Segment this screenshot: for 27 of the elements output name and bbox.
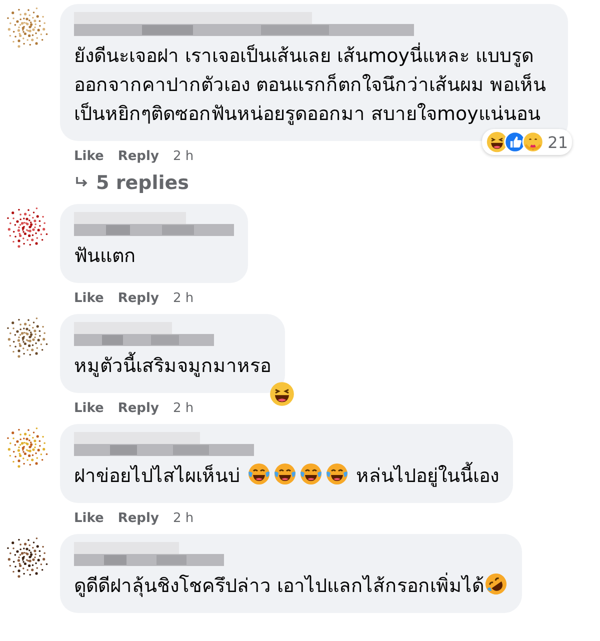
like-link[interactable]: Like bbox=[74, 401, 104, 416]
crying-laughing-emoji-icon bbox=[299, 462, 324, 486]
timestamp: 2 h bbox=[172, 511, 194, 526]
timestamp: 2 h bbox=[172, 291, 194, 306]
crying-laughing-emoji-icon bbox=[273, 462, 298, 486]
hug-reaction-icon bbox=[522, 131, 544, 153]
laughing-face-icon bbox=[269, 381, 295, 407]
comment-text: ฟันแตก bbox=[74, 244, 137, 269]
like-link[interactable]: Like bbox=[74, 149, 104, 164]
reply-link[interactable]: Reply bbox=[118, 401, 159, 416]
comment-text: หมูตัวนี้เสริมจมูกมาหรอ bbox=[74, 352, 271, 381]
reply-link[interactable]: Reply bbox=[118, 291, 159, 306]
reply-link[interactable]: Reply bbox=[118, 149, 159, 164]
crying-laughing-emoji-icon bbox=[247, 462, 272, 486]
rolling-laughing-emoji-icon bbox=[484, 572, 508, 596]
like-link[interactable]: Like bbox=[74, 511, 104, 526]
comment-text: ฝาข่อยไปไสไผเห็นบ่ หล่นไปอยู่ในนี้เอง bbox=[74, 462, 500, 491]
comment-text: ดูดีดีฝาลุ้นชิงโชครึปล่าว เอาไปแลกไส้กรอกเพิ่มได้ bbox=[74, 572, 508, 601]
laughing-face-icon bbox=[486, 131, 508, 153]
like-link[interactable]: Like bbox=[74, 291, 104, 306]
timestamp: 2 h bbox=[172, 401, 194, 416]
reply-link[interactable]: Reply bbox=[118, 511, 159, 526]
timestamp: 2 h bbox=[172, 149, 194, 164]
comment-text: ยังดีนะเจอฝา เราเจอเป็นเส้นเลย เส้นmoyนี่แหละ แบบรูดออกจากคาปากตัวเอง ตอนแรกก็ตกใจนึกว่าเส้นผม พอเห็นเป็นหยิกๆติดซอกฟันหน่อยรูดออกมา สบายใจmoyแน่นอน bbox=[74, 42, 554, 129]
crying-laughing-emoji-icon bbox=[325, 462, 350, 486]
view-replies-link[interactable]: 5 replies bbox=[60, 172, 189, 204]
reactions-badge[interactable]: 21 bbox=[482, 129, 572, 155]
